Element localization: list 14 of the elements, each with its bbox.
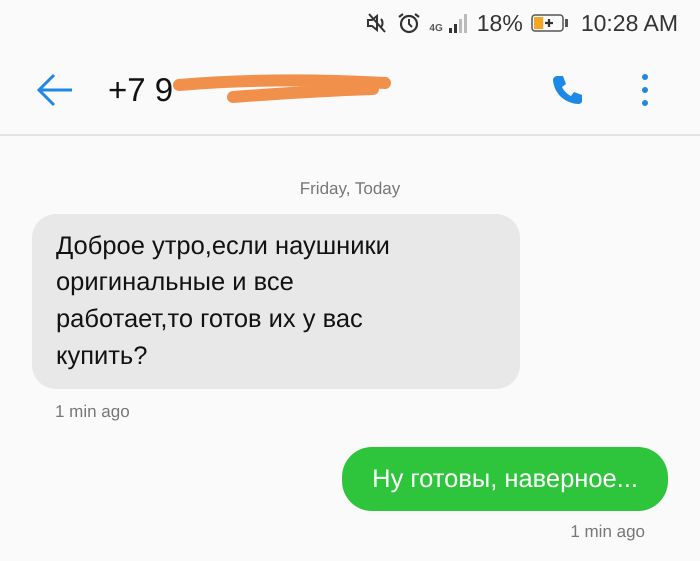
message-time: 1 min ago [570,521,645,544]
contact-number: +7 9 [108,70,174,110]
more-options-icon[interactable] [640,73,650,107]
date-label: Friday, Today [298,178,402,200]
message-bubble: Ну готовы, наверное... [342,446,668,512]
message-bubble: Доброе утро,если наушники оригинальные и все работает,то готов их у вас купить? [32,214,520,390]
battery-percent: 18% [476,8,523,38]
network-label: 4G [429,24,443,34]
back-arrow-icon[interactable] [36,73,74,107]
phone-icon[interactable] [550,73,584,107]
message-time: 1 min ago [55,401,131,424]
signal-icon [446,12,469,34]
clock-time: 10:28 AM [580,8,678,38]
alarm-icon [397,11,422,35]
